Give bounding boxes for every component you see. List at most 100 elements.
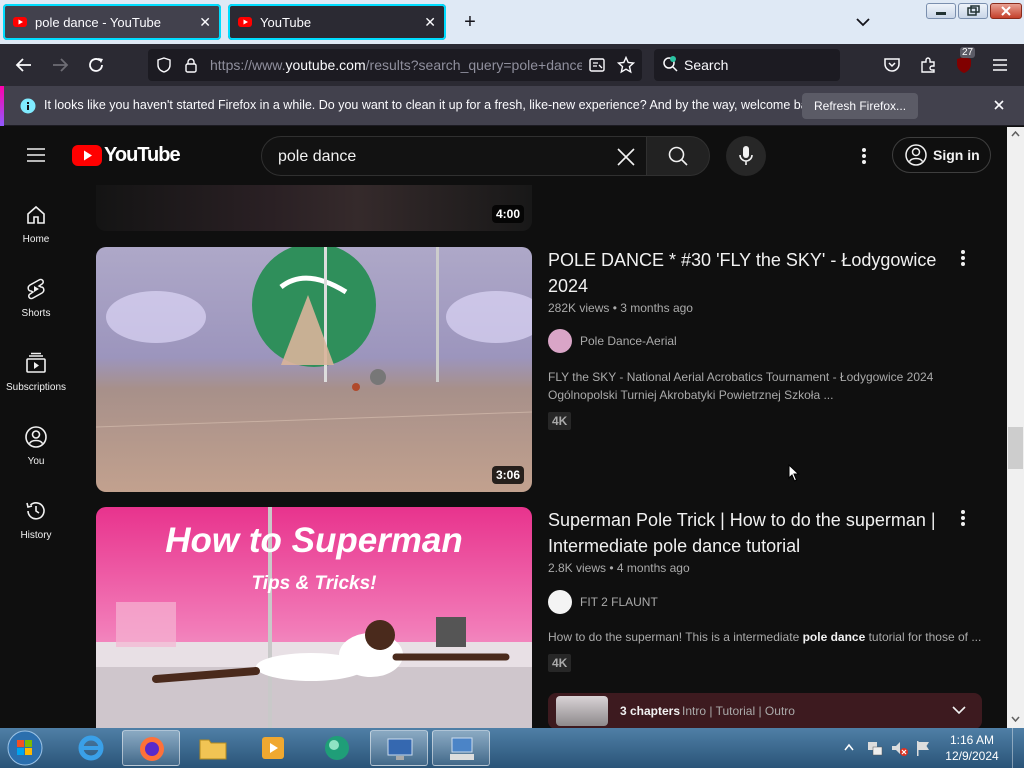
monitor-keyboard-icon (450, 737, 474, 760)
microphone-icon (739, 146, 753, 165)
restore-button[interactable] (958, 3, 988, 19)
shield-icon[interactable] (156, 57, 172, 73)
video-duration: 3:06 (491, 466, 524, 484)
channel-link[interactable]: Pole Dance-Aerial (548, 329, 677, 353)
sidebar-item-label: Subscriptions (5, 382, 67, 393)
puzzle-icon (921, 57, 935, 73)
video-thumbnail[interactable]: 4:00 (96, 185, 532, 231)
arrow-left-icon (15, 58, 31, 72)
minimize-button[interactable] (926, 3, 956, 19)
search-engine-icon (663, 56, 678, 72)
youtube-favicon-icon (13, 17, 27, 27)
ublock-shield-icon (957, 57, 971, 73)
extension-badge: 27 (960, 47, 976, 58)
quality-badge: 4K (548, 654, 572, 672)
scrollbar-thumb[interactable] (1008, 427, 1023, 469)
show-desktop-button[interactable] (1012, 728, 1024, 768)
search-query: pole dance (278, 148, 357, 165)
firefox-icon (140, 737, 164, 761)
chevron-down-icon[interactable] (952, 705, 966, 715)
sidebar-item-history[interactable]: History (0, 500, 72, 541)
taskbar-network-app[interactable] (432, 730, 490, 766)
video-options-kebab-icon[interactable] (960, 509, 966, 527)
video-views: 282K views (548, 301, 610, 315)
taskbar-media-player[interactable] (244, 730, 302, 766)
sidebar-item-label: Shorts (21, 308, 51, 319)
taskbar-remote-desktop[interactable] (370, 730, 428, 766)
forward-button[interactable] (48, 53, 72, 77)
taskbar-file-explorer[interactable] (184, 730, 242, 766)
sidebar-item-home[interactable]: Home (0, 204, 72, 245)
info-icon (20, 98, 36, 114)
lock-icon[interactable] (184, 57, 198, 73)
pocket-button[interactable] (880, 53, 904, 77)
bookmark-star-icon[interactable] (617, 56, 635, 74)
scroll-down-arrow-icon[interactable] (1011, 716, 1020, 722)
green-sphere-icon (325, 736, 349, 760)
network-icon[interactable] (866, 739, 884, 757)
video-options-kebab-icon[interactable] (960, 249, 966, 267)
search-input[interactable]: pole dance (261, 136, 647, 176)
pocket-icon (884, 58, 900, 72)
close-tab-icon[interactable]: ✕ (199, 14, 211, 31)
show-hidden-icons-icon[interactable] (844, 743, 854, 751)
close-tab-icon[interactable]: ✕ (424, 14, 436, 31)
search-icon (668, 146, 688, 166)
video-meta: 282K views • 3 months ago (548, 301, 693, 315)
ublock-extension-button[interactable]: 27 (952, 47, 976, 77)
youtube-logo-icon (72, 145, 102, 166)
youtube-logo[interactable]: YouTube (72, 144, 181, 167)
url-bar[interactable]: https://www.youtube.com/results?search_q… (148, 49, 642, 81)
sidebar-item-label: You (27, 456, 45, 467)
reload-button[interactable] (84, 53, 108, 77)
start-button-icon[interactable] (6, 730, 44, 766)
scroll-up-arrow-icon[interactable] (1011, 131, 1020, 137)
refresh-firefox-button[interactable]: Refresh Firefox... (802, 93, 919, 119)
sidebar-item-you[interactable]: You (0, 426, 72, 467)
channel-link[interactable]: FIT 2 FLAUNT (548, 590, 658, 614)
taskbar-internet-explorer[interactable] (62, 730, 120, 766)
tab-youtube[interactable]: YouTube ✕ (228, 4, 446, 40)
search-bar[interactable]: Search (654, 49, 840, 81)
extensions-button[interactable] (916, 53, 940, 77)
list-all-tabs-icon[interactable] (852, 12, 874, 32)
new-tab-button[interactable]: + (458, 10, 482, 34)
action-center-flag-icon[interactable] (914, 739, 932, 757)
home-icon (27, 205, 45, 224)
video-thumbnail[interactable]: How to Superman Tips & Tricks! (96, 507, 532, 728)
voice-search-button[interactable] (726, 136, 766, 176)
reader-view-icon[interactable] (589, 57, 605, 73)
description-highlight: pole dance (802, 630, 866, 644)
description-text: tutorial for those of ... (865, 630, 982, 644)
chapters-panel[interactable]: 3 chapters Intro | Tutorial | Outro (548, 693, 982, 728)
volume-muted-icon[interactable] (890, 739, 908, 757)
tab-pole-dance[interactable]: pole dance - YouTube ✕ (3, 4, 221, 40)
navigation-toolbar: https://www.youtube.com/results?search_q… (0, 44, 1024, 86)
video-title[interactable]: Superman Pole Trick | How to do the supe… (548, 507, 938, 559)
video-title[interactable]: POLE DANCE * #30 'FLY the SKY' - Łodygow… (548, 247, 938, 299)
arrow-right-icon (53, 58, 69, 72)
settings-kebab-icon[interactable] (861, 147, 867, 165)
youtube-page: YouTube pole dance Sign in Home Shorts S… (0, 127, 1007, 728)
clock-time: 1:16 AM (949, 733, 995, 747)
video-age: 3 months ago (620, 301, 693, 315)
history-icon (26, 502, 45, 520)
hamburger-icon (993, 59, 1007, 71)
chapters-count: 3 chapters (620, 704, 681, 718)
taskbar-firefox[interactable] (122, 730, 180, 766)
back-button[interactable] (12, 53, 36, 77)
sidebar-item-shorts[interactable]: Shorts (0, 278, 72, 319)
page-scrollbar[interactable] (1007, 127, 1024, 728)
close-notification-icon[interactable] (993, 99, 1005, 111)
close-window-button[interactable] (990, 3, 1022, 19)
video-thumbnail[interactable]: 3:06 (96, 247, 532, 492)
taskbar-app-green[interactable] (308, 730, 366, 766)
search-button[interactable] (646, 136, 710, 176)
app-menu-button[interactable] (988, 53, 1012, 77)
channel-name: Pole Dance-Aerial (580, 334, 677, 348)
sidebar-item-subscriptions[interactable]: Subscriptions (0, 352, 72, 393)
clear-search-icon[interactable] (616, 147, 636, 167)
guide-menu-icon[interactable] (26, 147, 46, 163)
system-clock[interactable]: 1:16 AM 12/9/2024 (940, 732, 1004, 764)
sign-in-button[interactable]: Sign in (892, 137, 991, 173)
